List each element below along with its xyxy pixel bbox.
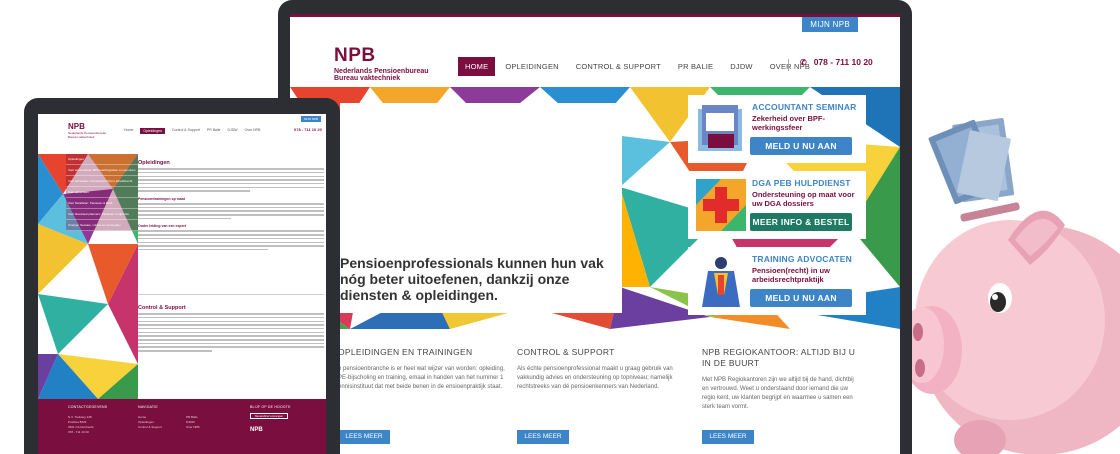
hero-banner: Pensioenprofessionals kunnen hun vak nóg… [290,87,900,329]
tablet-device: MIJN NPB NPB Nederlands Pensioenbureau B… [24,98,340,454]
main-navigation: Home Opleidingen Control & Support PR Ba… [124,128,267,134]
logo-mark: NPB [334,45,376,66]
phone-label: 078 - 711 10 20 [813,57,873,67]
site-header: NPB Nederlands Pensioenbureau Bureau vak… [290,27,900,89]
lawyer-figure-icon [702,257,740,307]
logo-line-1: Nederlands Pensioenbureau [334,68,429,75]
read-more-button[interactable]: LEES MEER [702,430,754,444]
first-aid-icon [696,179,746,231]
promo-training-advocaten: TRAINING ADVOCATEN Pensioen(recht) in uw… [688,247,866,315]
subheading: Pensioentrainingen op maat [138,196,185,201]
column-control-support: CONTROL & SUPPORT Als échte pensioenprof… [517,347,687,444]
footer-link[interactable]: Control & Support [138,425,162,430]
piggy-bank-image [900,118,1120,454]
mijn-npb-button[interactable]: MIJN NPB [301,116,322,122]
logo-mark: NPB [68,122,85,131]
promo-title: ACCOUNTANT SEMINAR [752,102,857,112]
column-text: e pensioenbranche is er heel wat wijzer … [338,366,505,390]
column-text: Met NPB Regiokantoren zijn we altijd bij… [702,377,854,410]
nav-opleidingen[interactable]: Opleidingen [140,128,166,134]
nav-home[interactable]: Home [124,128,133,134]
nav-over-npb[interactable]: Over NPB [245,128,261,134]
footer-link[interactable]: Over NPB [186,425,200,430]
footer-heading-navigation: NAVIGATIE [138,405,158,409]
column-title: NPB REGIOKANTOOR: ALTIJD BIJ U IN DE BUU… [702,347,856,368]
main-navigation: HOME OPLEIDINGEN CONTROL & SUPPORT PR BA… [458,57,827,76]
column-text: Als échte pensioenprofessional maakt u g… [517,366,673,390]
section-heading: Control & Support [138,305,186,311]
read-more-button[interactable]: LEES MEER [338,430,390,444]
promo-dga-peb-hulpdienst: DGA PEB HULPDIENST Ondersteuning op maat… [688,171,866,239]
subheading: Onder leiding van een expert [138,224,187,229]
site-footer: CONTACTGEGEVENS NAVIGATIE BLIJF OP DE HO… [38,399,326,454]
footer-nav-1: Home Opleidingen Control & Support [138,415,162,430]
newsletter-button[interactable]: Nieuwsbrief ontvangen [250,413,288,419]
nav-home[interactable]: HOME [458,57,496,76]
more-info-button[interactable]: MEER INFO & BESTEL [750,213,852,231]
column-title: CONTROL & SUPPORT [517,347,615,357]
footer-logo: NPB [250,427,263,433]
column-regiokantoor: NPB REGIOKANTOOR: ALTIJD BIJ U IN DE BUU… [702,347,862,444]
promo-title: TRAINING ADVOCATEN [752,254,852,264]
sidebar-item[interactable]: Overige: Sessies, cursus en incompany [66,220,138,231]
paragraph [138,168,324,192]
logo-line-2: Bureau vaktechniek [68,135,95,139]
sidebar-item[interactable]: Voor financieel planners: Pensioen en li… [66,209,138,220]
sidebar-item[interactable]: Voor advocaten [66,187,138,198]
footer-heading-newsletter: BLIJF OP DE HOOGTE [250,405,291,409]
column-title: OPLEIDINGEN EN TRAININGEN [338,347,473,357]
read-more-button[interactable]: LEES MEER [517,430,569,444]
page-heading: Opleidingen [138,160,170,166]
nav-pr-balie[interactable]: PR Balie [207,128,221,134]
desktop-monitor: MIJN NPB NPB Nederlands Pensioenbureau B… [278,0,912,454]
nav-control-support[interactable]: CONTROL & SUPPORT [576,62,661,71]
tablet-content: Opleidingen Pensioentrainingen op maat O… [138,154,324,399]
footer-address: N.V. Trekweg 128 Postbus 8029 3301 CA Do… [68,415,94,435]
bpf-dossier-icon [698,105,742,151]
footer-nav-2: PR Balie DJDW Over NPB [186,415,200,430]
desktop-screen: MIJN NPB NPB Nederlands Pensioenbureau B… [290,14,900,454]
nav-control-support[interactable]: Control & Support [172,128,200,134]
phone-number[interactable]: ✆ 078 - 711 10 20 [800,57,873,67]
sidebar-item[interactable]: Voor advocaten: Pensioen(recht) in arbei… [66,176,138,187]
divider [788,59,789,71]
nav-djdw[interactable]: DJDW [227,128,237,134]
promo-subtitle: Pensioen(recht) in uw arbeidsrechtprakti… [752,266,830,284]
marketing-mockup: MIJN NPB NPB Nederlands Pensioenbureau B… [0,0,1120,454]
sidebar-menu: Opleidingen Voor accountants: BPF-werkin… [66,154,138,231]
paragraph [138,203,324,220]
nav-djdw[interactable]: DJDW [730,62,752,71]
nav-pr-balie[interactable]: PR BALIE [678,62,713,71]
address-line: 078 - 711 10 20 [68,430,89,434]
npb-logo[interactable]: NPB Nederlands Pensioenbureau Bureau vak… [334,45,429,82]
sidebar-item[interactable]: Opleidingen [66,154,138,165]
hero-tagline: Pensioenprofessionals kunnen hun vak nóg… [340,255,604,303]
promo-accountant-seminar: ACCOUNTANT SEMINAR Zekerheid over BPF-we… [688,95,866,163]
control-support-section: Control & Support [138,294,324,352]
npb-logo[interactable]: NPB Nederlands Pensioenbureau Bureau vak… [68,122,106,139]
phone-number[interactable]: 078 - 711 10 20 [294,127,322,132]
tablet-screen: MIJN NPB NPB Nederlands Pensioenbureau B… [38,114,326,454]
sidebar-item[interactable]: Voor accountants: BPF-werkingssfeer en p… [66,165,138,176]
logo-line-2: Bureau vaktechniek [334,75,401,82]
phone-icon: ✆ [800,57,807,67]
column-opleidingen: OPLEIDINGEN EN TRAININGEN e pensioenbran… [338,347,508,444]
promo-subtitle: Zekerheid over BPF-werkingssfeer [752,114,825,132]
footer-heading-contact: CONTACTGEGEVENS [68,405,108,409]
paragraph [138,313,324,352]
register-button[interactable]: MELD U NU AAN [750,137,852,155]
paragraph [138,230,324,251]
promo-subtitle: Ondersteuning op maat voor uw DGA dossie… [752,190,855,208]
register-button[interactable]: MELD U NU AAN [750,289,852,307]
sidebar-item[interactable]: Voor fiscalisten: Pensioen & DGA [66,198,138,209]
nav-opleidingen[interactable]: OPLEIDINGEN [505,62,558,71]
promo-title: DGA PEB HULPDIENST [752,178,851,188]
